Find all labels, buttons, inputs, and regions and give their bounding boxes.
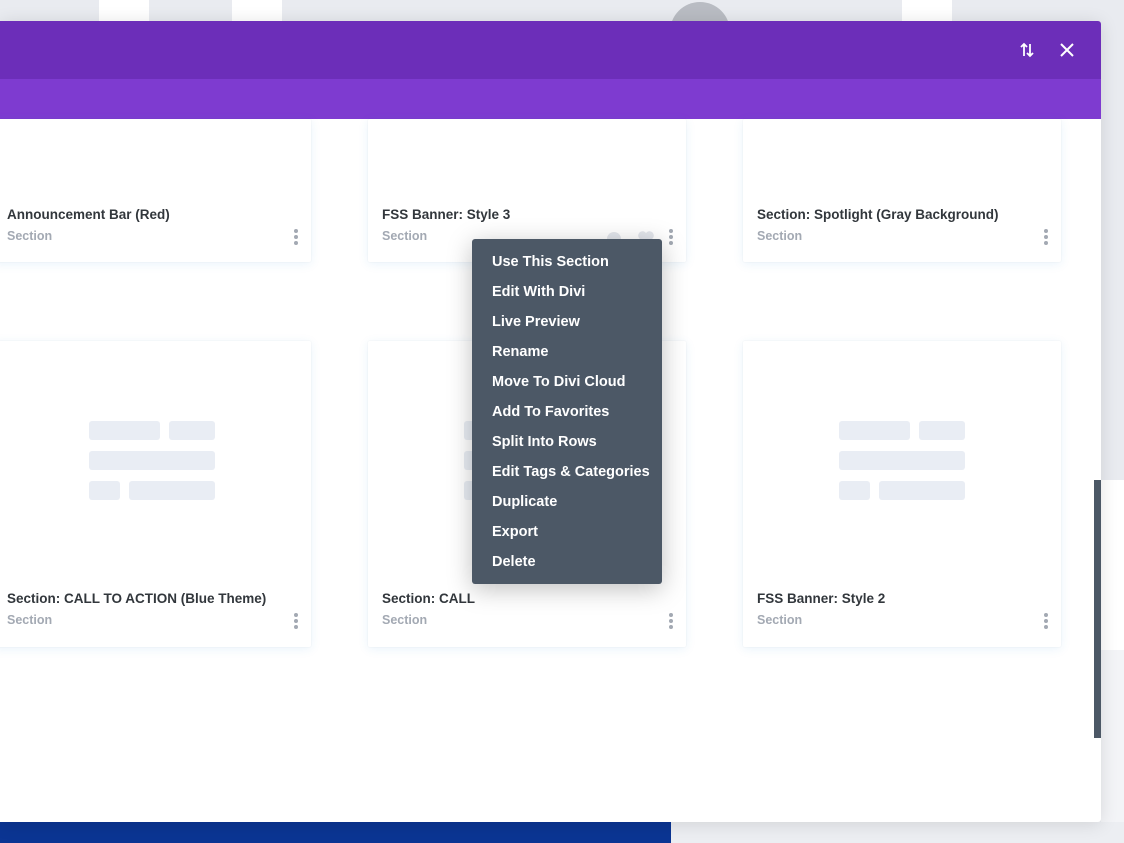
card-menu-button[interactable] xyxy=(663,610,679,632)
card-type: Section xyxy=(382,229,428,243)
modal-header xyxy=(0,21,1101,79)
menu-item-live-preview[interactable]: Live Preview xyxy=(472,307,662,337)
card-title: FSS Banner: Style 3 xyxy=(382,207,511,222)
card-menu-button[interactable] xyxy=(288,610,304,632)
card-title: Section: Spotlight (Gray Background) xyxy=(757,207,999,222)
scrollbar-thumb[interactable] xyxy=(1094,480,1101,738)
layout-card[interactable]: Section: CALL TO ACTION (Blue Theme) Sec… xyxy=(0,341,311,647)
menu-item-edit-with-divi[interactable]: Edit With Divi xyxy=(472,277,662,307)
menu-item-add-to-favorites[interactable]: Add To Favorites xyxy=(472,397,662,427)
close-icon xyxy=(1060,43,1074,57)
menu-item-export[interactable]: Export xyxy=(472,517,662,547)
card-type: Section xyxy=(757,613,803,627)
card-title: Section: CALL xyxy=(382,591,475,606)
page-bottom-bar xyxy=(0,822,671,843)
close-button[interactable] xyxy=(1055,38,1079,62)
card-title: Announcement Bar (Red) xyxy=(7,207,170,222)
page-right-edge xyxy=(1101,650,1124,822)
card-menu-button[interactable] xyxy=(1038,226,1054,248)
layout-card[interactable]: FSS Banner: Style 2 Section xyxy=(743,341,1061,647)
background-panel xyxy=(902,0,952,22)
page-bottom-area xyxy=(671,822,1124,843)
card-menu-button[interactable] xyxy=(1038,610,1054,632)
background-panel xyxy=(232,0,282,22)
menu-item-rename[interactable]: Rename xyxy=(472,337,662,367)
layout-card[interactable]: Section: Spotlight (Gray Background) Sec… xyxy=(743,119,1061,262)
card-menu-button[interactable] xyxy=(288,226,304,248)
menu-item-duplicate[interactable]: Duplicate xyxy=(472,487,662,517)
menu-item-split-into-rows[interactable]: Split Into Rows xyxy=(472,427,662,457)
scrollbar-track xyxy=(1101,480,1124,650)
card-menu-button[interactable] xyxy=(663,226,679,248)
background-panel xyxy=(99,0,149,22)
menu-item-delete[interactable]: Delete xyxy=(472,547,662,577)
card-title: FSS Banner: Style 2 xyxy=(757,591,886,606)
sort-button[interactable] xyxy=(1015,38,1039,62)
card-type: Section xyxy=(7,229,53,243)
card-type: Section xyxy=(7,613,53,627)
menu-item-move-to-divi-cloud[interactable]: Move To Divi Cloud xyxy=(472,367,662,397)
card-title: Section: CALL TO ACTION (Blue Theme) xyxy=(7,591,267,606)
menu-item-edit-tags-categories[interactable]: Edit Tags & Categories xyxy=(472,457,662,487)
layout-card[interactable]: Announcement Bar (Red) Section xyxy=(0,119,311,262)
card-type: Section xyxy=(382,613,428,627)
sort-arrows-icon xyxy=(1020,42,1034,58)
card-type: Section xyxy=(757,229,803,243)
menu-item-use-this-section[interactable]: Use This Section xyxy=(472,247,662,277)
card-context-menu: Use This Section Edit With Divi Live Pre… xyxy=(472,239,662,584)
modal-tab-bar xyxy=(0,79,1101,119)
